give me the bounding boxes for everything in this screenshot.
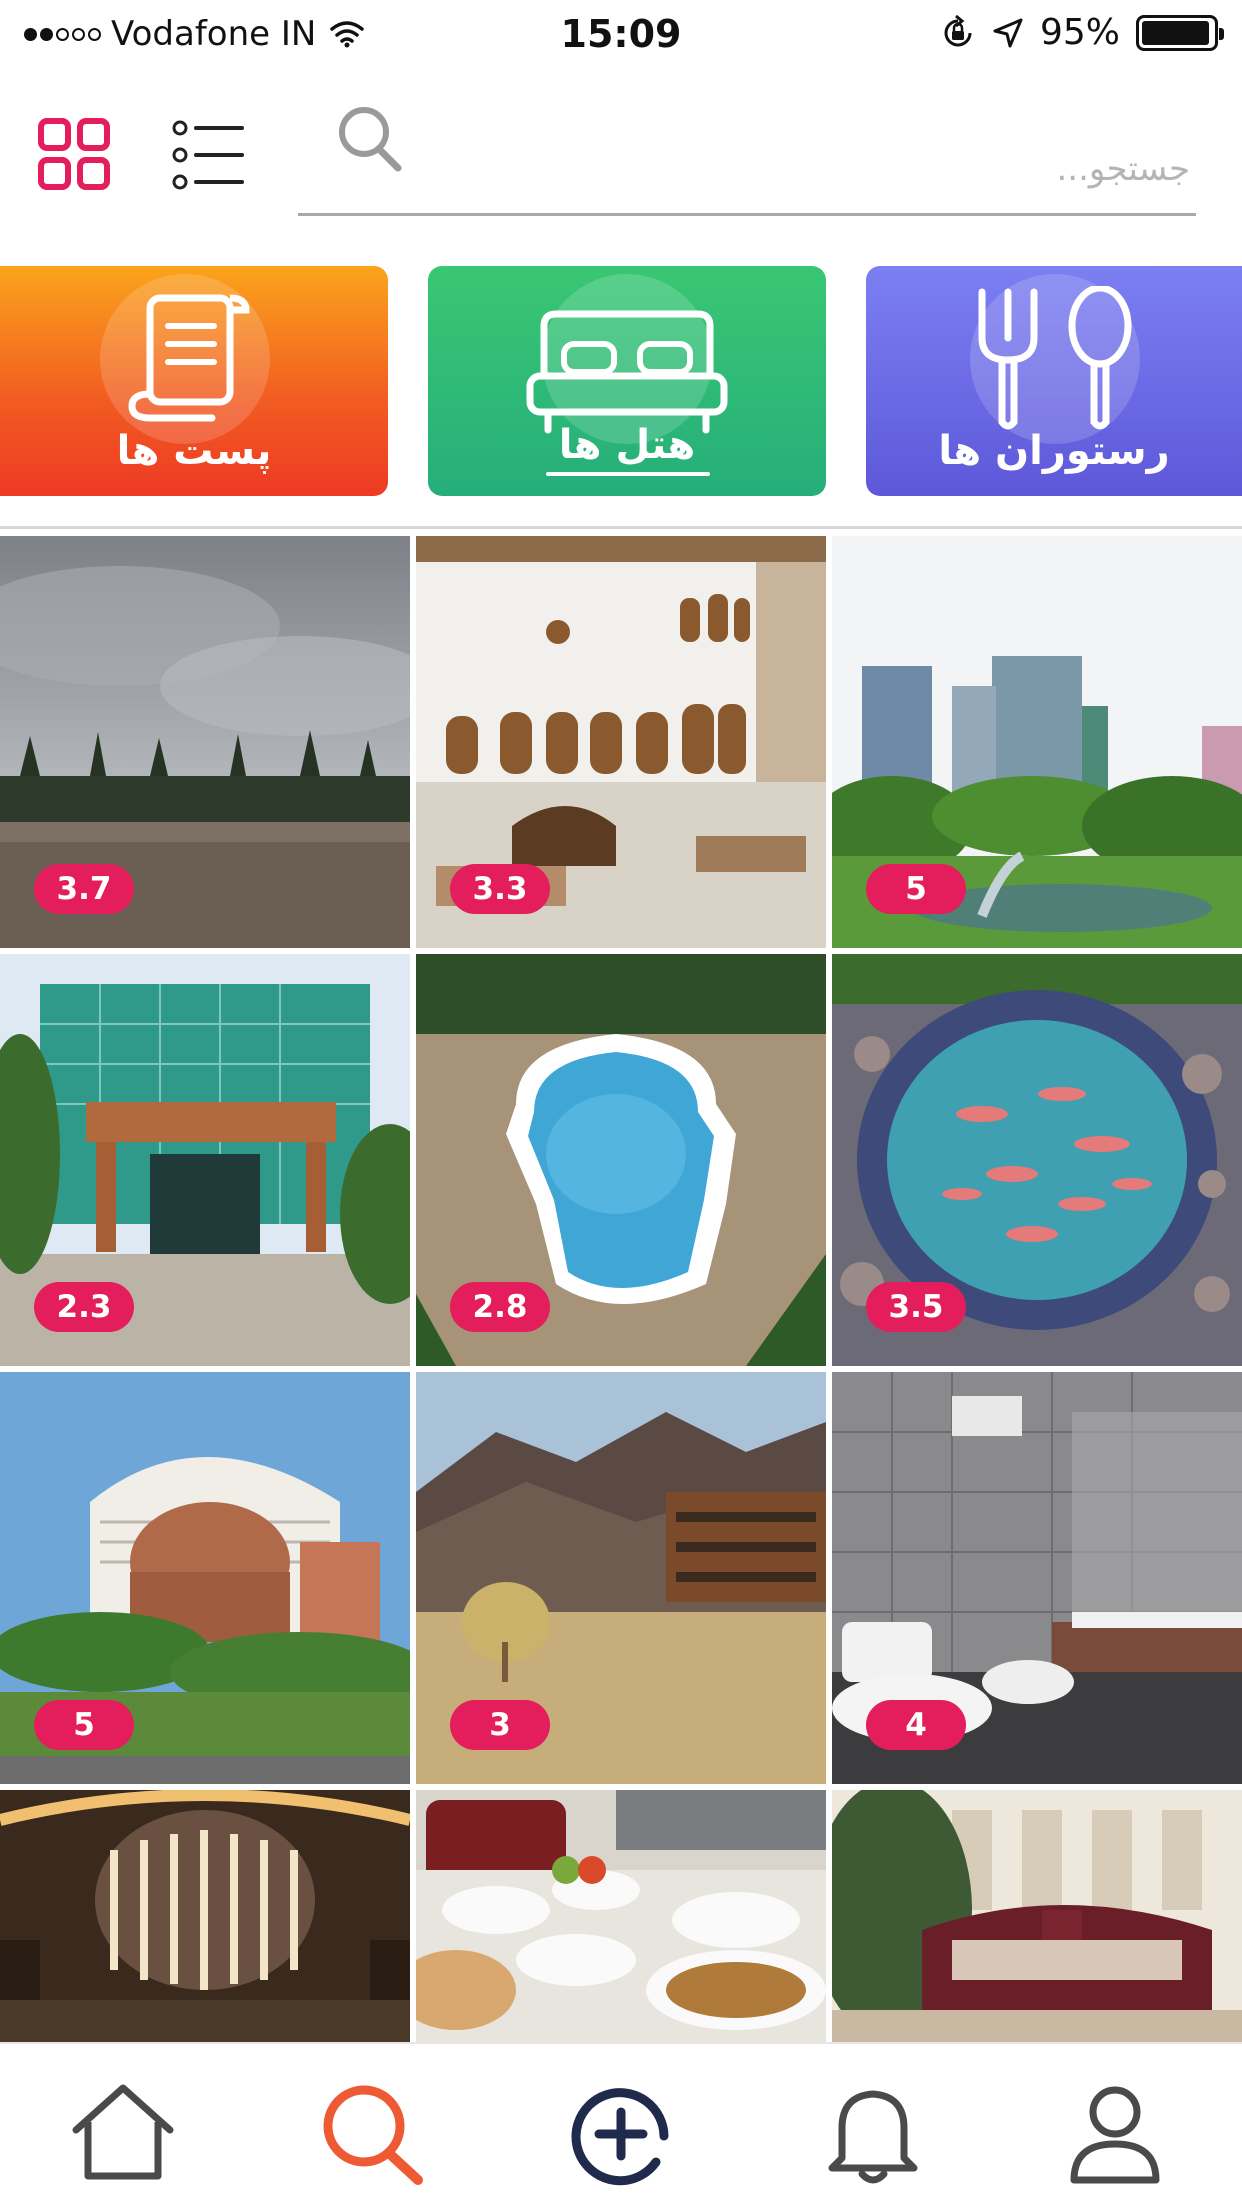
place-tile[interactable]: 3.3 <box>416 536 826 948</box>
user-icon <box>1070 2086 1160 2184</box>
place-tile[interactable]: 2.8 <box>416 954 826 1366</box>
category-restaurants-label: رستوران ها <box>938 428 1170 474</box>
place-tile[interactable]: 3.7 <box>0 536 410 948</box>
search-bar[interactable] <box>298 100 1196 216</box>
search-icon <box>323 2085 423 2185</box>
home-icon <box>72 2084 174 2180</box>
grid-view-icon[interactable] <box>38 118 110 190</box>
divider <box>0 526 1242 529</box>
rating-badge: 5 <box>866 864 966 914</box>
place-tile[interactable]: 3 <box>416 1372 826 1784</box>
place-tile[interactable] <box>832 1790 1242 2042</box>
hotel-facade-photo <box>832 1790 1242 2042</box>
place-tile[interactable]: 5 <box>832 536 1242 948</box>
status-bar: Vodafone IN 15:09 95% <box>0 0 1242 72</box>
place-tile[interactable]: 3.5 <box>832 954 1242 1366</box>
rating-badge: 2.3 <box>34 1282 134 1332</box>
nav-profile[interactable] <box>1060 2082 1170 2192</box>
category-posts-button[interactable]: پست ها <box>0 266 388 496</box>
rating-badge: 3.3 <box>450 864 550 914</box>
chandelier-photo <box>0 1790 410 2042</box>
fork-spoon-icon <box>978 286 1132 430</box>
scroll-icon <box>128 294 250 422</box>
status-right: 95% <box>940 12 1224 53</box>
rotation-lock-icon <box>944 14 972 46</box>
rating-badge: 5 <box>34 1700 134 1750</box>
place-tile[interactable] <box>0 1790 410 2042</box>
search-icon[interactable] <box>336 104 404 176</box>
add-circle-icon <box>571 2088 669 2186</box>
place-tile[interactable]: 4 <box>832 1372 1242 1784</box>
nav-search[interactable] <box>318 2082 428 2192</box>
selected-underline <box>546 472 710 476</box>
place-tile[interactable]: 2.3 <box>0 954 410 1366</box>
battery-fill <box>1142 20 1209 45</box>
search-input[interactable] <box>510 144 1190 194</box>
bell-icon <box>828 2090 918 2184</box>
dining-table-photo <box>416 1790 826 2042</box>
battery-icon <box>1136 14 1224 51</box>
list-view-icon[interactable] <box>172 120 244 190</box>
category-restaurants-button[interactable]: رستوران ها <box>866 266 1242 496</box>
place-tile[interactable]: 5 <box>0 1372 410 1784</box>
location-arrow-icon <box>993 18 1023 47</box>
category-posts-label: پست ها <box>116 428 272 474</box>
rating-badge: 4 <box>866 1700 966 1750</box>
rating-badge: 3.7 <box>34 864 134 914</box>
nav-add[interactable] <box>566 2082 676 2192</box>
nav-home[interactable] <box>68 2082 178 2192</box>
nav-notifications[interactable] <box>818 2082 928 2192</box>
category-hotels-button[interactable]: هتل ها <box>428 266 826 496</box>
battery-percent: 95% <box>1039 12 1120 53</box>
rating-badge: 3 <box>450 1700 550 1750</box>
category-hotels-label: هتل ها <box>558 422 696 468</box>
bottom-nav <box>0 2042 1242 2208</box>
rating-badge: 3.5 <box>866 1282 966 1332</box>
bed-icon <box>526 310 728 434</box>
rating-badge: 2.8 <box>450 1282 550 1332</box>
place-tile[interactable] <box>416 1790 826 2042</box>
